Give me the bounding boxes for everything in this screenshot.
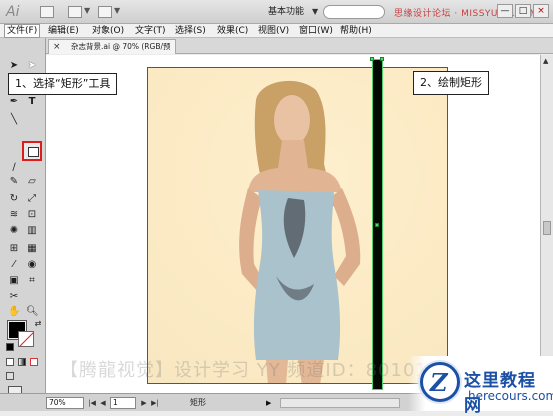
eyedropper-tool-icon[interactable]: ⁄ [8, 259, 20, 270]
live-paint-tool-icon[interactable]: ▣ [8, 275, 20, 286]
symbol-sprayer-tool-icon[interactable]: ✺ [8, 225, 20, 236]
menu-type[interactable]: 文字(T) [135, 25, 166, 37]
type-tool-icon[interactable]: T [26, 96, 38, 107]
gradient-mode-icon[interactable] [18, 358, 26, 366]
app-logo: Ai [6, 4, 20, 20]
artboard-number-select[interactable]: 1 [110, 397, 136, 409]
model-photo [239, 80, 361, 383]
scissors-tool-icon[interactable]: ✂ [8, 291, 20, 302]
menu-help[interactable]: 帮助(H) [340, 25, 372, 37]
scroll-thumb[interactable] [543, 221, 551, 235]
site-logo-domain: herecours.com [468, 389, 553, 403]
horizontal-scrollbar[interactable] [280, 398, 400, 408]
anchor-top-right[interactable] [380, 57, 384, 61]
zoom-tool-icon[interactable]: 🔍︎ [26, 306, 39, 317]
selection-tool-icon[interactable]: ➤ [8, 60, 20, 71]
channel-watermark: 【腾龍视觉】设计学习 YY 频道ID：80101 [60, 360, 428, 381]
previous-artboard-button[interactable]: ◀ [98, 397, 108, 409]
anchor-top-left[interactable] [370, 57, 374, 61]
screen-mode-dropdown-arrow-icon[interactable]: ▼ [114, 6, 120, 15]
menu-effect[interactable]: 效果(C) [217, 25, 248, 37]
paintbrush-tool-icon[interactable]: ∕ [8, 162, 20, 173]
site-logo-badge: Z 这里教程网 herecours.com [408, 356, 553, 416]
close-window-button[interactable]: × [533, 4, 549, 18]
eraser-tool-icon[interactable]: ▱ [26, 176, 38, 187]
free-transform-tool-icon[interactable]: ⊡ [26, 209, 38, 220]
maximize-button[interactable]: □ [515, 4, 531, 18]
title-bar: Ai ▼ ▼ 基本功能 ▼ 思缘设计论坛 · MISSYUAN.COM — □ … [0, 0, 553, 24]
gradient-tool-icon[interactable]: ▦ [26, 243, 38, 254]
document-tab[interactable]: × 杂志背景.ai @ 70% (RGB/预览) [48, 39, 176, 64]
anchor-center[interactable] [375, 223, 379, 227]
bridge-icon[interactable] [40, 6, 54, 18]
none-mode-icon[interactable] [30, 358, 38, 366]
menu-view[interactable]: 视图(V) [258, 25, 289, 37]
swap-colors-icon[interactable]: ⇄ [32, 318, 44, 329]
rotate-tool-icon[interactable]: ↻ [8, 193, 20, 204]
callout-step1-text: 1、选择“矩形”工具 [15, 77, 111, 90]
callout-step2: 2、绘制矩形 [413, 71, 489, 95]
artboard[interactable] [147, 67, 448, 384]
screen-mode-icon[interactable] [98, 6, 112, 18]
scale-tool-icon[interactable]: ⤢ [26, 193, 38, 204]
mesh-tool-icon[interactable]: ⊞ [8, 243, 20, 254]
close-tab-icon[interactable]: × [53, 42, 61, 52]
first-artboard-button[interactable]: |◀ [87, 397, 97, 409]
canvas[interactable]: 1、选择“矩形”工具 2、绘制矩形 [8, 55, 540, 393]
column-graph-tool-icon[interactable]: ▥ [26, 225, 38, 236]
current-tool-status: 矩形 [190, 398, 206, 407]
color-mode-icon[interactable] [6, 358, 14, 366]
minimize-button[interactable]: — [497, 4, 513, 18]
menu-bar: 文件(F) 编辑(E) 对象(O) 文字(T) 选择(S) 效果(C) 视图(V… [0, 24, 553, 38]
stroke-color-swatch[interactable] [18, 331, 34, 347]
menu-select[interactable]: 选择(S) [175, 25, 206, 37]
line-tool-icon[interactable]: ╲ [8, 114, 20, 125]
blend-tool-icon[interactable]: ◉ [26, 259, 38, 270]
direct-selection-tool-icon[interactable]: ➤ [26, 60, 38, 71]
drawn-rectangle[interactable] [370, 57, 384, 390]
last-artboard-button[interactable]: ▶| [150, 397, 160, 409]
next-artboard-button[interactable]: ▶ [139, 397, 149, 409]
draw-mode-icon[interactable] [6, 372, 14, 380]
pencil-tool-icon[interactable]: ✎ [8, 176, 20, 187]
scroll-up-icon[interactable]: ▲ [543, 57, 548, 65]
document-tab-bar: × 杂志背景.ai @ 70% (RGB/预览) [46, 38, 553, 64]
menu-file[interactable]: 文件(F) [4, 24, 41, 38]
pen-tool-icon[interactable]: ✒ [8, 96, 20, 107]
default-colors-icon[interactable] [6, 343, 14, 351]
zoom-select[interactable]: 70% [46, 397, 84, 409]
workspace-switcher[interactable]: 基本功能 [264, 5, 308, 19]
callout-step2-text: 2、绘制矩形 [420, 76, 482, 89]
site-logo-z-icon: Z [430, 368, 448, 397]
rectangle-tool-icon[interactable] [22, 141, 42, 161]
hand-tool-icon[interactable]: ✋ [8, 306, 20, 317]
menu-window[interactable]: 窗口(W) [299, 25, 333, 37]
menu-edit[interactable]: 编辑(E) [48, 25, 79, 37]
crop-tool-icon[interactable]: ⌗ [26, 275, 38, 286]
arrange-dropdown-arrow-icon[interactable]: ▼ [84, 6, 90, 15]
callout-step1: 1、选择“矩形”工具 [8, 73, 118, 95]
arrange-documents-icon[interactable] [68, 6, 82, 18]
help-search-input[interactable] [323, 5, 385, 19]
menu-object[interactable]: 对象(O) [92, 25, 124, 37]
vertical-scrollbar[interactable]: ▲ ▼ [540, 55, 553, 393]
warp-tool-icon[interactable]: ≋ [8, 209, 20, 220]
workspace-dropdown-icon[interactable]: ▼ [312, 7, 318, 16]
status-menu-icon[interactable]: ▶ [266, 397, 271, 409]
